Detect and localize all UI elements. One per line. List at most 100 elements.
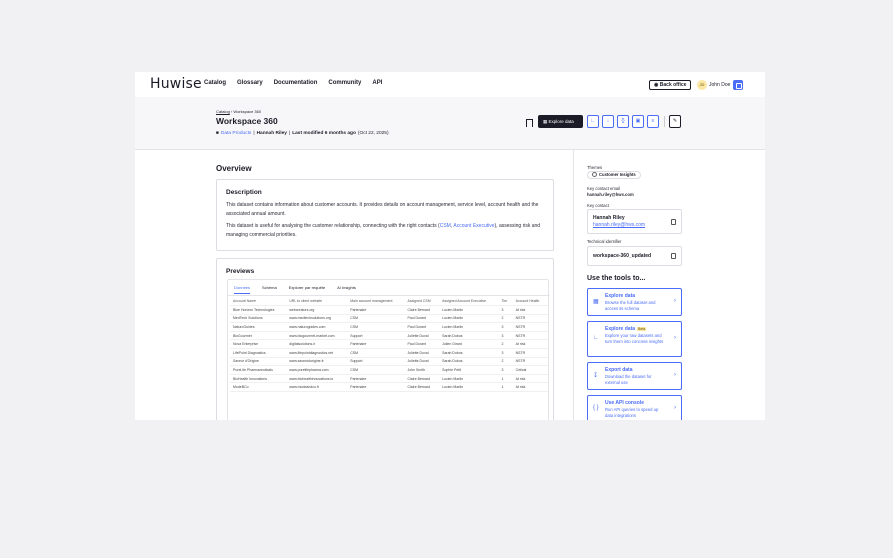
table-cell: Juliette Duval (404, 331, 440, 341)
nav-community[interactable]: Community (328, 80, 361, 86)
nav-api[interactable]: API (372, 80, 382, 86)
table-row[interactable]: PureLife Pharmaceuticals www.purelifephar… (230, 365, 548, 375)
tool-api-console[interactable]: { } Use API console Run API queries to s… (587, 395, 682, 420)
col-header[interactable]: Main account management (347, 297, 405, 307)
avatar[interactable]: JD (697, 80, 707, 90)
table-cell: Nova Enterprise (230, 339, 287, 350)
table-row[interactable]: Saveur d'Origine www.saveurdorigine.fr Sup… (230, 357, 548, 367)
nav-documentation[interactable]: Documentation (274, 80, 318, 86)
back-office-button[interactable]: ◉ Back office (649, 80, 692, 90)
p2-text-a: This dataset is useful for analysing the… (226, 223, 440, 229)
tool-explore-data[interactable]: ▦ Explore data Browse the full dataset a… (587, 288, 682, 316)
table-row[interactable]: Blue Horizon Technologies webcreators.org… (230, 305, 548, 315)
table-cell: Partenaire (347, 382, 405, 393)
user-name[interactable]: John Doe (709, 82, 730, 88)
key-contact-name: Hannah Riley (593, 215, 625, 221)
table-row[interactable]: BioHealth Innovations www.biohealthinnova… (230, 374, 548, 384)
key-contact-email-link[interactable]: hannah.riley@hws.com (593, 222, 645, 228)
table-cell: www.lifepointdiagnostics.net (286, 348, 348, 358)
table-cell: digitalsolutions.ir (286, 339, 348, 350)
top-navigation: Huwise Catalog Glossary Documentation Co… (135, 72, 765, 97)
table-cell: Blue Horizon Technologies (230, 305, 287, 315)
tool-description: Download the dataset for external use (605, 374, 652, 385)
table-cell: BioGourmet (230, 331, 287, 341)
col-header[interactable]: Assigned CSM (404, 297, 440, 307)
tab-donnees[interactable]: Données (234, 285, 251, 294)
table-row[interactable]: ModeBCo www.modeandco.fr Partenaire Claire … (230, 382, 548, 393)
col-header[interactable]: Account Name (230, 297, 287, 307)
table-row[interactable]: LifePoint Diagnostics www.lifepointdiagno… (230, 348, 548, 358)
csm-link[interactable]: CSM (440, 223, 451, 229)
table-cell: Support (347, 357, 405, 367)
owner: Hannah Riley (256, 131, 287, 136)
chevron-right-icon: › (674, 372, 676, 378)
table-cell: Claire Bernard (404, 382, 440, 393)
key-contact-label: Key contact (587, 203, 609, 208)
table-row[interactable]: NaturoGuides www.naturoguides.com CSM Paul … (230, 322, 548, 332)
download-icon[interactable]: ↓ (602, 115, 614, 128)
table-header-row: Account Name URL to client website Main … (230, 297, 548, 307)
tool-export-data[interactable]: ↧ Export data Download the dataset for e… (587, 362, 682, 390)
col-header[interactable]: URL to client website (286, 297, 348, 307)
chart-icon: ∟ (593, 335, 599, 341)
table-cell: Lucien Martin (439, 374, 499, 384)
table-cell: NaturoGuides (230, 322, 287, 332)
nav-glossary[interactable]: Glossary (237, 80, 263, 86)
tab-underline (228, 295, 550, 296)
table-row[interactable]: Nova Enterprise digitalsolutions.ir Parten… (230, 339, 548, 350)
table-cell: www.medtechsolutions.org (286, 314, 348, 324)
table-cell: Sarah Dubus (439, 357, 499, 367)
tab-ai-insights[interactable]: AI Insights (337, 285, 356, 294)
tool-explore-data-beta[interactable]: ∟ Explore data Beta Explore your raw data… (587, 321, 682, 357)
copy-icon[interactable] (671, 253, 676, 259)
copy-icon[interactable] (671, 219, 676, 225)
bookmark-icon[interactable] (526, 119, 533, 127)
table-cell: www.purelifepharma.com (286, 365, 348, 375)
api-icon[interactable]: {} (617, 115, 629, 128)
table-cell: CSM (347, 365, 405, 375)
tool-description: Run API queries to speed up data integra… (605, 407, 659, 418)
table-cell: 1 (498, 382, 513, 393)
table-icon: ▦ (593, 299, 599, 305)
analytics-icon[interactable]: ≡ (647, 115, 659, 128)
download-icon: ↧ (593, 373, 599, 379)
table-cell: www.naturoguides.com (286, 322, 348, 332)
col-header[interactable]: Account Health (512, 297, 548, 307)
logo[interactable]: Huwise (150, 76, 202, 92)
last-modified: Last modified 6 months ago (292, 131, 356, 136)
chart-icon[interactable]: ∟ (587, 115, 599, 128)
table-cell: 3 (498, 348, 513, 358)
explore-data-label: Explore data (548, 119, 574, 124)
col-header[interactable]: Tier (498, 297, 513, 307)
table-cell: Sophie Petit (439, 365, 499, 375)
table-body: Blue Horizon Technologies webcreators.org… (230, 305, 548, 393)
embed-icon[interactable]: ▣ (632, 115, 644, 128)
tool-title: Export data (605, 367, 633, 373)
previews-title: Previews (226, 268, 255, 275)
tab-schema[interactable]: Schéma (262, 285, 277, 294)
breadcrumb-catalog[interactable]: Catalog (216, 109, 230, 114)
app-window: Huwise Catalog Glossary Documentation Co… (135, 72, 765, 420)
chevron-right-icon: › (674, 405, 676, 411)
table-cell: At risk (512, 305, 548, 315)
nav-catalog[interactable]: Catalog (204, 80, 226, 86)
table-cell: Paul Durant (404, 314, 440, 324)
account-executive-link[interactable]: Account Executive (453, 223, 494, 229)
table-row[interactable]: MedTech Solutions www.medtechsolutions.or… (230, 314, 548, 324)
table-cell: ModeBCo (230, 382, 287, 393)
tab-explorer[interactable]: Explorer par requête (289, 285, 325, 294)
theme-tag[interactable]: Customer Insights (587, 171, 641, 179)
category-link[interactable]: Data Products (221, 131, 251, 136)
col-header[interactable]: Assigned Account Executive (439, 297, 499, 307)
table-row[interactable]: BioGourmet www.biogourmet-market.com Suppo… (230, 331, 548, 341)
key-contact-card: Hannah Riley hannah.riley@hws.com (587, 209, 682, 234)
technical-identifier-card: workspace-360_updated (587, 246, 682, 266)
table-cell: PureLife Pharmaceuticals (230, 365, 287, 375)
table-cell: BioHealth Innovations (230, 374, 287, 384)
edit-icon[interactable]: ✎ (669, 115, 681, 128)
main-nav: Catalog Glossary Documentation Community… (204, 80, 393, 86)
tool-title-text: Explore data (605, 326, 636, 332)
table-cell: NSTR (512, 357, 548, 367)
user-menu-icon[interactable] (733, 80, 743, 90)
explore-data-button[interactable]: ▦ Explore data (538, 115, 583, 128)
